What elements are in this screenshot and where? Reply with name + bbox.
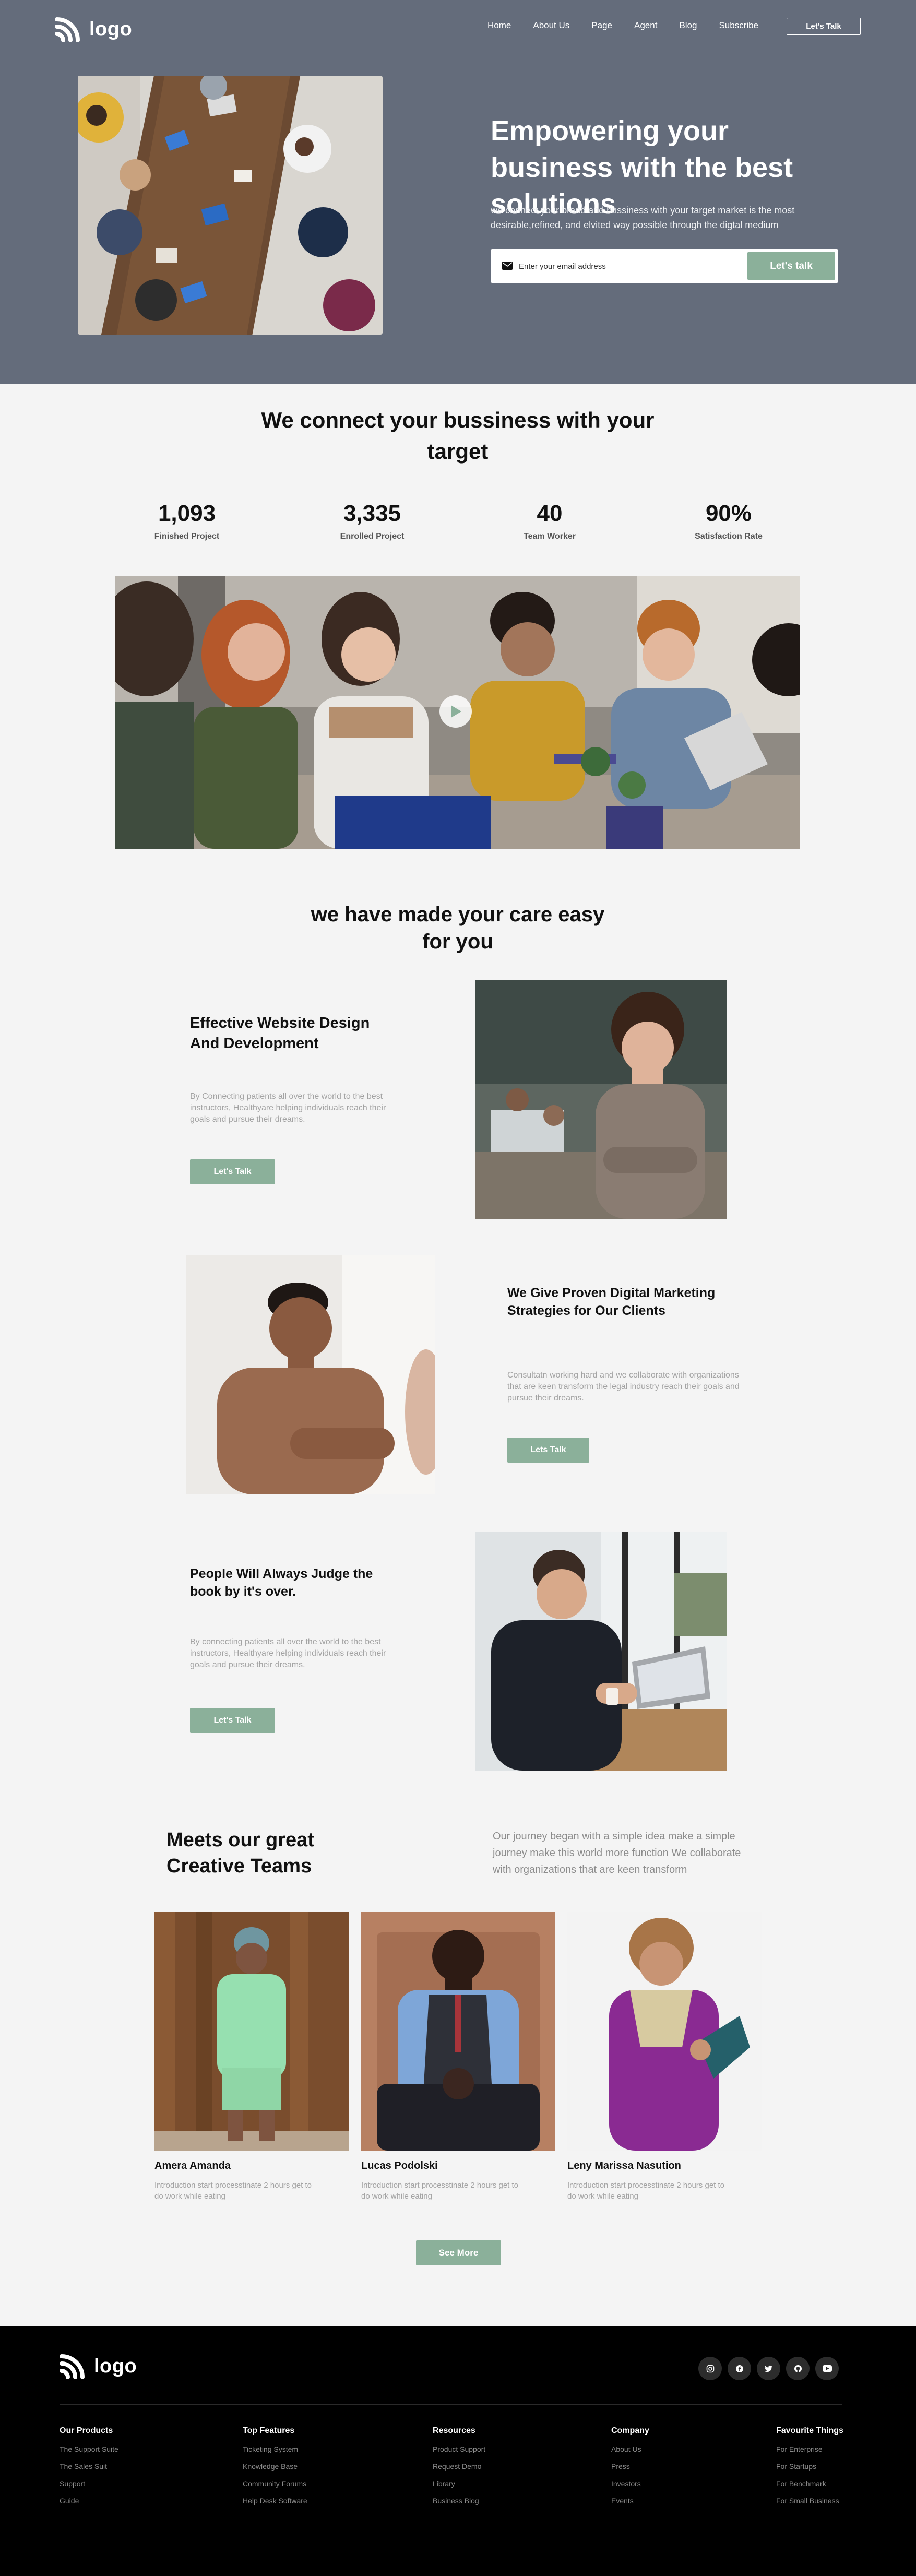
member-bio: Introduction start processtinate 2 hours… — [361, 2181, 519, 2201]
youtube-icon[interactable] — [815, 2357, 839, 2380]
feature-title: People Will Always Judge the book by it'… — [190, 1566, 373, 1599]
logo-text: logo — [94, 2355, 137, 2377]
footer-column-title: Company — [611, 2426, 649, 2435]
footer-logo[interactable]: logo — [60, 2353, 137, 2379]
footer-link[interactable]: Press — [611, 2462, 649, 2471]
footer-divider — [60, 2404, 842, 2405]
stat-label: Enrolled Project — [340, 532, 405, 541]
footer-link[interactable]: Guide — [60, 2497, 118, 2505]
nav-page[interactable]: Page — [591, 20, 612, 31]
member-photo-leny-marissa-nasution — [567, 1912, 762, 2151]
feature-title: Effective Website Design And Development — [190, 1015, 370, 1052]
hero-team-meeting-image — [78, 76, 383, 335]
logo-icon — [60, 2354, 85, 2379]
header-logo[interactable]: logo — [55, 16, 132, 42]
footer-column-title: Favourite Things — [776, 2426, 843, 2435]
footer-column-top-features: Top Features Ticketing System Knowledge … — [243, 2426, 307, 2514]
footer-link[interactable]: Knowledge Base — [243, 2462, 307, 2471]
hero-lets-talk-button[interactable]: Let's talk — [747, 252, 835, 280]
member-name: Amera Amanda — [154, 2160, 231, 2171]
nav-subscribe[interactable]: Subscribe — [719, 20, 758, 31]
footer-column-our-products: Our Products The Support Suite The Sales… — [60, 2426, 118, 2514]
hero-subtitle: we connect your brand and bussiness with… — [491, 205, 795, 230]
footer-link[interactable]: Community Forums — [243, 2479, 307, 2488]
play-video-button[interactable] — [439, 695, 472, 728]
feature-description: By Connecting patients all over the worl… — [190, 1092, 386, 1124]
footer-link[interactable]: Product Support — [433, 2445, 485, 2453]
footer-column-title: Resources — [433, 2426, 475, 2435]
feature-1-lets-talk-button[interactable]: Let's Talk — [190, 1159, 275, 1184]
twitter-icon[interactable] — [757, 2357, 780, 2380]
member-name: Leny Marissa Nasution — [567, 2160, 681, 2171]
facebook-icon[interactable] — [728, 2357, 751, 2380]
nav-about-us[interactable]: About Us — [533, 20, 569, 31]
footer-link[interactable]: For Small Business — [776, 2497, 843, 2505]
stat-value: 90% — [705, 501, 752, 526]
man-with-laptop-image — [475, 1532, 727, 1771]
footer-column-title: Our Products — [60, 2426, 113, 2435]
logo-icon — [55, 17, 80, 42]
nav-home[interactable]: Home — [487, 20, 511, 31]
woman-arms-crossed-image — [475, 980, 727, 1219]
member-name: Lucas Podolski — [361, 2160, 438, 2171]
stat-enrolled-project: 3,335 Enrolled Project — [304, 500, 440, 541]
stat-value: 3,335 — [343, 501, 401, 526]
footer-link[interactable]: Request Demo — [433, 2462, 485, 2471]
team-intro-text: Our journey began with a simple idea mak… — [493, 1831, 741, 1875]
stat-label: Team Worker — [524, 532, 576, 541]
stat-team-worker: 40 Team Worker — [482, 500, 617, 541]
footer-link[interactable]: For Benchmark — [776, 2479, 843, 2488]
stat-finished-project: 1,093 Finished Project — [119, 500, 255, 541]
footer-column-company: Company About Us Press Investors Events — [611, 2426, 649, 2514]
feature-description: By connecting patients all over the worl… — [190, 1637, 386, 1669]
member-photo-lucas-podolski — [361, 1912, 555, 2151]
footer-link[interactable]: The Support Suite — [60, 2445, 118, 2453]
footer-column-favourite-things: Favourite Things For Enterprise For Star… — [776, 2426, 843, 2514]
email-input[interactable] — [519, 259, 728, 273]
footer-link[interactable]: The Sales Suit — [60, 2462, 118, 2471]
stat-label: Satisfaction Rate — [695, 532, 763, 541]
footer-link[interactable]: Library — [433, 2479, 485, 2488]
email-subscribe-form: Let's talk — [491, 249, 838, 283]
hero-section: logo Home About Us Page Agent Blog Subsc… — [0, 0, 916, 384]
footer-link[interactable]: Events — [611, 2497, 649, 2505]
stat-label: Finished Project — [154, 532, 220, 541]
social-links — [698, 2357, 839, 2380]
feature-2-lets-talk-button[interactable]: Lets Talk — [507, 1438, 589, 1463]
logo-text: logo — [89, 18, 133, 40]
footer-link[interactable]: Help Desk Software — [243, 2497, 307, 2505]
stat-satisfaction-rate: 90% Satisfaction Rate — [661, 500, 796, 541]
footer: logo Our Products The Support Suite The … — [0, 2326, 916, 2576]
care-section-title: we have made your care easy for you — [311, 903, 605, 953]
stats-section-title: We connect your bussiness with your targ… — [261, 408, 655, 464]
footer-link[interactable]: For Startups — [776, 2462, 843, 2471]
footer-link[interactable]: Support — [60, 2479, 118, 2488]
team-section-title: Meets our great Creative Teams — [166, 1829, 314, 1877]
feature-title: We Give Proven Digital Marketing Strateg… — [507, 1286, 716, 1318]
stat-value: 1,093 — [158, 501, 216, 526]
footer-link[interactable]: Investors — [611, 2479, 649, 2488]
feature-description: Consultatn working hard and we collabora… — [507, 1371, 740, 1403]
footer-link[interactable]: Business Blog — [433, 2497, 485, 2505]
nav-blog[interactable]: Blog — [679, 20, 697, 31]
stat-value: 40 — [537, 501, 563, 526]
footer-column-title: Top Features — [243, 2426, 295, 2435]
see-more-button[interactable]: See More — [416, 2240, 501, 2265]
nav-agent[interactable]: Agent — [634, 20, 657, 31]
smiling-man-image — [186, 1255, 435, 1494]
header-lets-talk-button[interactable]: Let's Talk — [787, 18, 861, 35]
footer-link[interactable]: For Enterprise — [776, 2445, 843, 2453]
feature-3-lets-talk-button[interactable]: Let's Talk — [190, 1708, 275, 1733]
mail-icon — [502, 262, 513, 270]
play-icon — [451, 705, 461, 718]
instagram-icon[interactable] — [698, 2357, 722, 2380]
footer-link[interactable]: Ticketing System — [243, 2445, 307, 2453]
member-bio: Introduction start processtinate 2 hours… — [567, 2181, 725, 2201]
footer-link[interactable]: About Us — [611, 2445, 649, 2453]
member-bio: Introduction start processtinate 2 hours… — [154, 2181, 312, 2201]
member-photo-amera-amanda — [154, 1912, 349, 2151]
footer-column-resources: Resources Product Support Request Demo L… — [433, 2426, 485, 2514]
main-nav: Home About Us Page Agent Blog Subscribe — [487, 20, 780, 31]
github-icon[interactable] — [786, 2357, 810, 2380]
